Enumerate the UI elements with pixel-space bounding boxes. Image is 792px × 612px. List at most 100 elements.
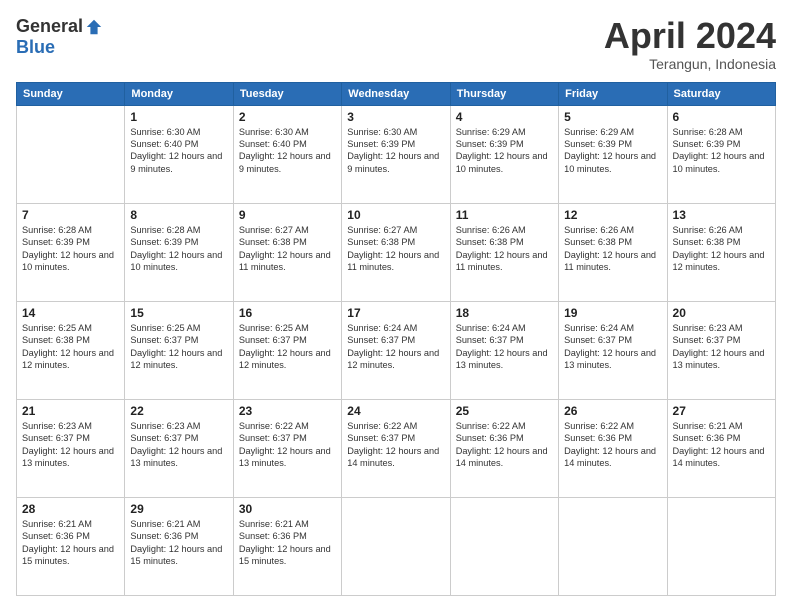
sunrise-text: Sunrise: 6:26 AM xyxy=(456,224,553,236)
calendar-cell: 4Sunrise: 6:29 AMSunset: 6:39 PMDaylight… xyxy=(450,105,558,203)
sunrise-text: Sunrise: 6:24 AM xyxy=(347,322,444,334)
logo-text: General xyxy=(16,16,103,37)
daylight-text-2: 13 minutes. xyxy=(456,359,553,371)
daylight-text-2: 11 minutes. xyxy=(564,261,661,273)
daylight-text-2: 15 minutes. xyxy=(22,555,119,567)
daylight-text-2: 12 minutes. xyxy=(239,359,336,371)
day-info: Sunrise: 6:28 AMSunset: 6:39 PMDaylight:… xyxy=(673,126,770,176)
sunrise-text: Sunrise: 6:22 AM xyxy=(239,420,336,432)
day-info: Sunrise: 6:27 AMSunset: 6:38 PMDaylight:… xyxy=(347,224,444,274)
calendar-cell: 23Sunrise: 6:22 AMSunset: 6:37 PMDayligh… xyxy=(233,399,341,497)
sunset-text: Sunset: 6:38 PM xyxy=(22,334,119,346)
calendar-cell: 5Sunrise: 6:29 AMSunset: 6:39 PMDaylight… xyxy=(559,105,667,203)
calendar-cell: 15Sunrise: 6:25 AMSunset: 6:37 PMDayligh… xyxy=(125,301,233,399)
day-number: 15 xyxy=(130,306,227,320)
calendar-cell: 10Sunrise: 6:27 AMSunset: 6:38 PMDayligh… xyxy=(342,203,450,301)
sunset-text: Sunset: 6:39 PM xyxy=(564,138,661,150)
day-info: Sunrise: 6:26 AMSunset: 6:38 PMDaylight:… xyxy=(673,224,770,274)
day-info: Sunrise: 6:21 AMSunset: 6:36 PMDaylight:… xyxy=(22,518,119,568)
calendar-table: SundayMondayTuesdayWednesdayThursdayFrid… xyxy=(16,82,776,596)
sunset-text: Sunset: 6:37 PM xyxy=(130,432,227,444)
daylight-text: Daylight: 12 hours and xyxy=(239,445,336,457)
day-number: 22 xyxy=(130,404,227,418)
daylight-text-2: 12 minutes. xyxy=(673,261,770,273)
sunset-text: Sunset: 6:39 PM xyxy=(673,138,770,150)
day-number: 13 xyxy=(673,208,770,222)
day-number: 21 xyxy=(22,404,119,418)
sunrise-text: Sunrise: 6:29 AM xyxy=(456,126,553,138)
sunset-text: Sunset: 6:38 PM xyxy=(564,236,661,248)
day-info: Sunrise: 6:24 AMSunset: 6:37 PMDaylight:… xyxy=(347,322,444,372)
logo-blue: Blue xyxy=(16,37,55,58)
sunset-text: Sunset: 6:36 PM xyxy=(130,530,227,542)
day-info: Sunrise: 6:30 AMSunset: 6:39 PMDaylight:… xyxy=(347,126,444,176)
day-number: 11 xyxy=(456,208,553,222)
header-day-saturday: Saturday xyxy=(667,82,775,105)
daylight-text: Daylight: 12 hours and xyxy=(673,347,770,359)
calendar-cell: 28 Sunrise: 6:21 AMSunset: 6:36 PMDayligh… xyxy=(17,497,125,595)
sunrise-text: Sunrise: 6:25 AM xyxy=(22,322,119,334)
sunrise-text: Sunrise: 6:26 AM xyxy=(564,224,661,236)
calendar-cell: 13 Sunrise: 6:26 AMSunset: 6:38 PMDayligh… xyxy=(667,203,775,301)
sunset-text: Sunset: 6:37 PM xyxy=(347,334,444,346)
calendar-cell: 3Sunrise: 6:30 AMSunset: 6:39 PMDaylight… xyxy=(342,105,450,203)
day-number: 17 xyxy=(347,306,444,320)
calendar-cell: 21 Sunrise: 6:23 AMSunset: 6:37 PMDayligh… xyxy=(17,399,125,497)
daylight-text-2: 14 minutes. xyxy=(673,457,770,469)
location: Terangun, Indonesia xyxy=(604,56,776,72)
daylight-text-2: 15 minutes. xyxy=(130,555,227,567)
calendar-cell: 22Sunrise: 6:23 AMSunset: 6:37 PMDayligh… xyxy=(125,399,233,497)
sunset-text: Sunset: 6:37 PM xyxy=(22,432,119,444)
sunrise-text: Sunrise: 6:23 AM xyxy=(22,420,119,432)
calendar-cell: 26Sunrise: 6:22 AMSunset: 6:36 PMDayligh… xyxy=(559,399,667,497)
header-row: SundayMondayTuesdayWednesdayThursdayFrid… xyxy=(17,82,776,105)
daylight-text-2: 12 minutes. xyxy=(22,359,119,371)
calendar-cell: 12Sunrise: 6:26 AMSunset: 6:38 PMDayligh… xyxy=(559,203,667,301)
sunset-text: Sunset: 6:36 PM xyxy=(564,432,661,444)
daylight-text: Daylight: 12 hours and xyxy=(564,150,661,162)
week-row-4: 28 Sunrise: 6:21 AMSunset: 6:36 PMDayligh… xyxy=(17,497,776,595)
daylight-text-2: 14 minutes. xyxy=(564,457,661,469)
sunset-text: Sunset: 6:39 PM xyxy=(22,236,119,248)
daylight-text: Daylight: 12 hours and xyxy=(456,445,553,457)
day-number: 6 xyxy=(673,110,770,124)
daylight-text: Daylight: 12 hours and xyxy=(130,249,227,261)
sunset-text: Sunset: 6:37 PM xyxy=(239,334,336,346)
week-row-1: 7Sunrise: 6:28 AMSunset: 6:39 PMDaylight… xyxy=(17,203,776,301)
daylight-text: Daylight: 12 hours and xyxy=(456,249,553,261)
daylight-text-2: 10 minutes. xyxy=(130,261,227,273)
sunrise-text: Sunrise: 6:22 AM xyxy=(564,420,661,432)
sunrise-text: Sunrise: 6:24 AM xyxy=(456,322,553,334)
day-number: 23 xyxy=(239,404,336,418)
sunset-text: Sunset: 6:36 PM xyxy=(22,530,119,542)
header-day-sunday: Sunday xyxy=(17,82,125,105)
daylight-text-2: 10 minutes. xyxy=(22,261,119,273)
sunrise-text: Sunrise: 6:21 AM xyxy=(130,518,227,530)
logo: General Blue xyxy=(16,16,103,58)
day-info: Sunrise: 6:27 AMSunset: 6:38 PMDaylight:… xyxy=(239,224,336,274)
daylight-text: Daylight: 12 hours and xyxy=(564,249,661,261)
daylight-text: Daylight: 12 hours and xyxy=(22,445,119,457)
daylight-text: Daylight: 12 hours and xyxy=(673,249,770,261)
sunset-text: Sunset: 6:38 PM xyxy=(673,236,770,248)
sunset-text: Sunset: 6:39 PM xyxy=(347,138,444,150)
day-number: 1 xyxy=(130,110,227,124)
day-info: Sunrise: 6:25 AMSunset: 6:37 PMDaylight:… xyxy=(239,322,336,372)
calendar-cell: 30Sunrise: 6:21 AMSunset: 6:36 PMDayligh… xyxy=(233,497,341,595)
day-number: 16 xyxy=(239,306,336,320)
sunset-text: Sunset: 6:38 PM xyxy=(239,236,336,248)
header-day-friday: Friday xyxy=(559,82,667,105)
sunrise-text: Sunrise: 6:25 AM xyxy=(130,322,227,334)
title-block: April 2024 Terangun, Indonesia xyxy=(604,16,776,72)
day-number: 28 xyxy=(22,502,119,516)
calendar-header: SundayMondayTuesdayWednesdayThursdayFrid… xyxy=(17,82,776,105)
header-day-tuesday: Tuesday xyxy=(233,82,341,105)
week-row-0: 1Sunrise: 6:30 AMSunset: 6:40 PMDaylight… xyxy=(17,105,776,203)
daylight-text: Daylight: 12 hours and xyxy=(130,347,227,359)
sunset-text: Sunset: 6:40 PM xyxy=(239,138,336,150)
sunset-text: Sunset: 6:38 PM xyxy=(347,236,444,248)
day-info: Sunrise: 6:22 AMSunset: 6:36 PMDaylight:… xyxy=(564,420,661,470)
sunrise-text: Sunrise: 6:26 AM xyxy=(673,224,770,236)
day-info: Sunrise: 6:25 AMSunset: 6:38 PMDaylight:… xyxy=(22,322,119,372)
daylight-text-2: 12 minutes. xyxy=(130,359,227,371)
